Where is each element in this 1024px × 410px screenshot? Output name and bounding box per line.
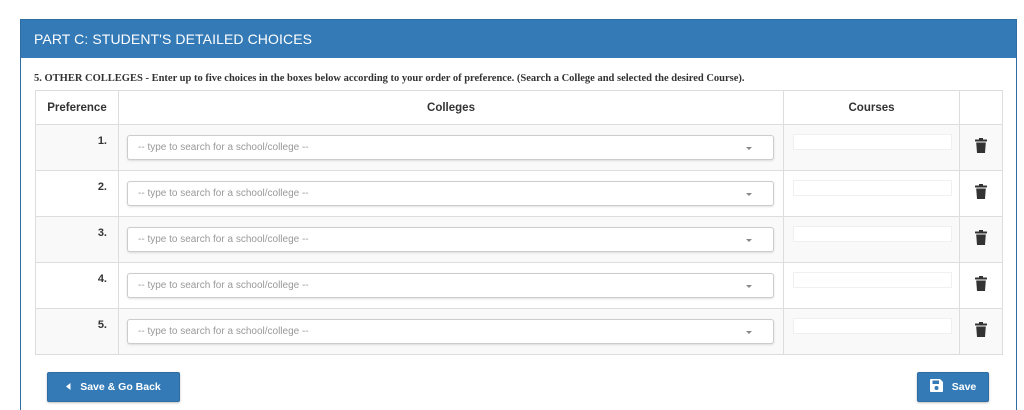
college-search-placeholder: -- type to search for a school/college -… bbox=[138, 234, 309, 245]
table-row: 2. -- type to search for a school/colleg… bbox=[35, 170, 1003, 217]
header-actions bbox=[959, 90, 1003, 125]
college-cell: -- type to search for a school/college -… bbox=[118, 124, 784, 171]
course-cell bbox=[783, 216, 960, 263]
chevron-left-icon bbox=[66, 381, 71, 393]
course-field[interactable] bbox=[793, 179, 952, 196]
course-cell bbox=[783, 308, 960, 355]
college-cell: -- type to search for a school/college -… bbox=[118, 308, 784, 355]
caret-down-icon bbox=[746, 239, 752, 242]
trash-icon[interactable] bbox=[975, 229, 987, 245]
delete-cell bbox=[959, 124, 1003, 171]
header-preference: Preference bbox=[35, 90, 119, 125]
trash-icon[interactable] bbox=[975, 321, 987, 337]
college-search-placeholder: -- type to search for a school/college -… bbox=[138, 326, 309, 337]
delete-cell bbox=[959, 308, 1003, 355]
table-row: 5. -- type to search for a school/colleg… bbox=[35, 308, 1003, 355]
delete-cell bbox=[959, 216, 1003, 263]
save-button[interactable]: Save bbox=[917, 372, 989, 402]
college-search-select[interactable]: -- type to search for a school/college -… bbox=[127, 273, 774, 298]
other-colleges-table: Preference Colleges Courses 1. -- type t… bbox=[35, 90, 1003, 355]
panel-title: PART C: STUDENT'S DETAILED CHOICES bbox=[21, 20, 1016, 58]
college-search-select[interactable]: -- type to search for a school/college -… bbox=[127, 227, 774, 252]
course-field[interactable] bbox=[793, 225, 952, 242]
caret-down-icon bbox=[746, 193, 752, 196]
trash-icon[interactable] bbox=[975, 137, 987, 153]
trash-icon[interactable] bbox=[975, 183, 987, 199]
college-cell: -- type to search for a school/college -… bbox=[118, 216, 784, 263]
preference-number: 5. bbox=[35, 308, 119, 355]
delete-cell bbox=[959, 262, 1003, 309]
header-colleges: Colleges bbox=[118, 90, 784, 125]
course-field[interactable] bbox=[793, 133, 952, 150]
course-field[interactable] bbox=[793, 317, 952, 334]
preference-number: 1. bbox=[35, 124, 119, 171]
table-header-row: Preference Colleges Courses bbox=[35, 90, 1003, 125]
course-cell bbox=[783, 124, 960, 171]
delete-cell bbox=[959, 170, 1003, 217]
college-search-select[interactable]: -- type to search for a school/college -… bbox=[127, 319, 774, 344]
floppy-disk-icon bbox=[929, 379, 943, 395]
course-cell bbox=[783, 262, 960, 309]
preference-number: 4. bbox=[35, 262, 119, 309]
college-search-select[interactable]: -- type to search for a school/college -… bbox=[127, 181, 774, 206]
instruction-text: 5. OTHER COLLEGES - Enter up to five cho… bbox=[34, 73, 745, 84]
caret-down-icon bbox=[746, 147, 752, 150]
save-and-go-back-button[interactable]: Save & Go Back bbox=[47, 372, 180, 402]
table-row: 4. -- type to search for a school/colleg… bbox=[35, 262, 1003, 309]
caret-down-icon bbox=[746, 285, 752, 288]
table-row: 1. -- type to search for a school/colleg… bbox=[35, 124, 1003, 171]
preference-number: 3. bbox=[35, 216, 119, 263]
caret-down-icon bbox=[746, 331, 752, 334]
college-search-placeholder: -- type to search for a school/college -… bbox=[138, 188, 309, 199]
college-cell: -- type to search for a school/college -… bbox=[118, 170, 784, 217]
trash-icon[interactable] bbox=[975, 275, 987, 291]
preference-number: 2. bbox=[35, 170, 119, 217]
table-row: 3. -- type to search for a school/colleg… bbox=[35, 216, 1003, 263]
header-courses: Courses bbox=[783, 90, 960, 125]
course-field[interactable] bbox=[793, 271, 952, 288]
save-and-go-back-label: Save & Go Back bbox=[80, 381, 161, 393]
save-label: Save bbox=[951, 381, 977, 393]
course-cell bbox=[783, 170, 960, 217]
college-search-placeholder: -- type to search for a school/college -… bbox=[138, 142, 309, 153]
college-cell: -- type to search for a school/college -… bbox=[118, 262, 784, 309]
detailed-choices-panel: PART C: STUDENT'S DETAILED CHOICES 5. OT… bbox=[20, 19, 1017, 410]
college-search-select[interactable]: -- type to search for a school/college -… bbox=[127, 135, 774, 160]
college-search-placeholder: -- type to search for a school/college -… bbox=[138, 280, 309, 291]
